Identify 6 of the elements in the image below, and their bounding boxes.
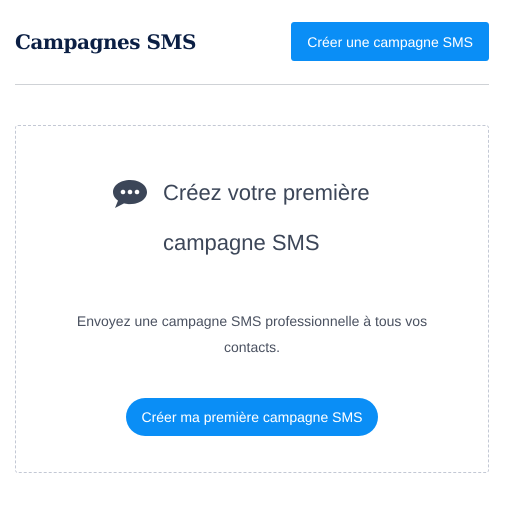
chat-bubble-icon: [111, 178, 149, 210]
create-campaign-button[interactable]: Créer une campagne SMS: [291, 22, 489, 61]
empty-state-title: Créez votre première campagne SMS: [163, 179, 371, 257]
empty-state-text: Envoyez une campagne SMS professionnelle à tous vos contacts.: [76, 312, 428, 357]
create-first-campaign-button[interactable]: Créer ma première campagne SMS: [126, 398, 378, 436]
page-title: Campagnes SMS: [15, 30, 196, 54]
